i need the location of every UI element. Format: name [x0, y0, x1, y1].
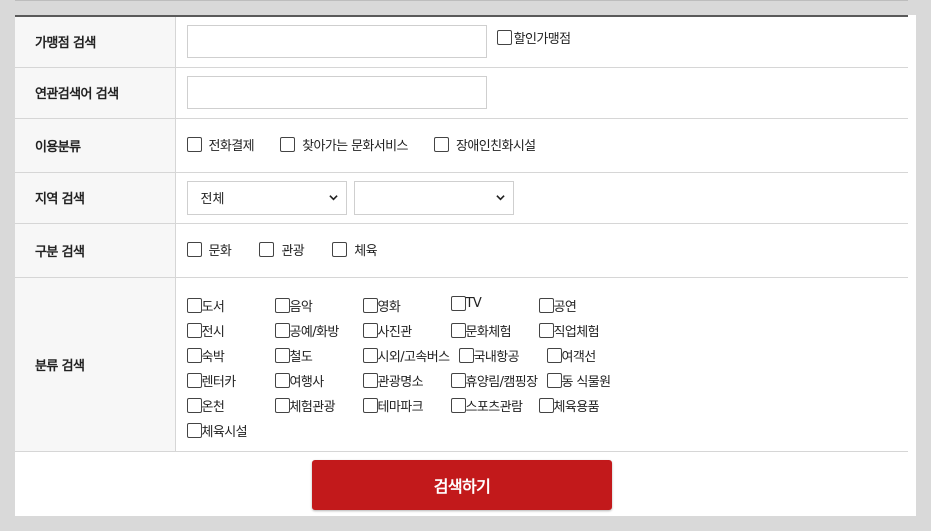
division-option: 관광	[259, 240, 305, 259]
category-checkbox[interactable]	[450, 397, 466, 413]
category-label-item: 공연	[553, 299, 577, 315]
division-sports-checkbox[interactable]	[332, 241, 348, 257]
category-label-item: 테마파크	[377, 399, 424, 415]
category-checkbox[interactable]	[186, 397, 202, 413]
discount-store-label: 할인가맹점	[513, 32, 571, 48]
category-checkbox[interactable]	[186, 322, 202, 338]
category-checkbox[interactable]	[274, 372, 290, 388]
division-sports-label: 체육	[354, 243, 377, 259]
category-checkbox[interactable]	[538, 322, 554, 338]
category-checkbox[interactable]	[362, 347, 378, 363]
chevron-down-icon	[495, 195, 505, 201]
division-culture-checkbox[interactable]	[186, 241, 202, 257]
search-button[interactable]: 검색하기	[312, 460, 612, 510]
division-tourism-label: 관광	[281, 243, 305, 259]
division-tourism-checkbox[interactable]	[259, 241, 275, 257]
row-region: 지역 검색 전체	[15, 172, 908, 224]
category-checkbox[interactable]	[450, 322, 466, 338]
store-search-label: 가맹점 검색	[15, 16, 176, 68]
row-usage: 이용분류 전화결제 찾아가는 문화서비스 장애인친화시설	[15, 118, 908, 173]
category-label: 분류 검색	[15, 277, 176, 452]
row-category: 분류 검색 도서 음악 영화 TV 공연 전시 공예/화방 사진관 문화체험 직…	[15, 277, 909, 452]
category-label-item: 렌터카	[201, 374, 237, 390]
category-label-item: 숙박	[201, 349, 225, 365]
category-checkbox[interactable]	[186, 297, 202, 313]
category-checkbox[interactable]	[186, 347, 202, 363]
chevron-down-icon	[328, 195, 338, 201]
category-checkbox[interactable]	[546, 347, 562, 363]
search-form-table: 가맹점 검색 할인가맹점 연관검색어 검색 이용분류 전화결제 찾아가는 문화서…	[15, 15, 908, 452]
category-label-item: 휴양림/캠핑장	[465, 374, 539, 390]
usage-visiting-checkbox[interactable]	[280, 136, 296, 152]
category-label-item: 체험관광	[289, 399, 336, 415]
category-label-item: 동 식물원	[561, 374, 612, 390]
usage-accessible-label: 장애인친화시설	[456, 138, 536, 154]
category-checkbox[interactable]	[362, 297, 378, 313]
related-search-input[interactable]	[186, 76, 487, 109]
top-divider	[15, 0, 908, 1]
category-grid: 도서 음악 영화 TV 공연 전시 공예/화방 사진관 문화체험 직업체험 숙박…	[186, 290, 909, 440]
category-label-item: 체육용품	[553, 399, 600, 415]
division-culture-label: 문화	[208, 243, 232, 259]
division-label: 구분 검색	[15, 223, 176, 278]
category-checkbox[interactable]	[538, 297, 554, 313]
category-label-item: 사진관	[377, 324, 413, 340]
category-label-item: 도서	[201, 299, 225, 315]
category-label-item: 체육시설	[201, 424, 248, 440]
category-checkbox[interactable]	[274, 397, 290, 413]
region-select-primary[interactable]: 전체	[186, 180, 347, 215]
division-option: 체육	[332, 240, 378, 259]
usage-option: 전화결제	[186, 135, 255, 154]
category-checkbox[interactable]	[546, 372, 562, 388]
search-form-panel: 가맹점 검색 할인가맹점 연관검색어 검색 이용분류 전화결제 찾아가는 문화서…	[15, 15, 916, 516]
category-checkbox[interactable]	[186, 372, 202, 388]
row-store-search: 가맹점 검색 할인가맹점	[15, 16, 908, 68]
category-label-item: 전시	[201, 324, 225, 340]
category-label-item: 여행사	[289, 374, 325, 390]
category-checkbox[interactable]	[362, 372, 378, 388]
category-checkbox[interactable]	[458, 347, 474, 363]
category-checkbox[interactable]	[450, 295, 466, 311]
store-search-input[interactable]	[186, 25, 487, 59]
category-checkbox[interactable]	[274, 322, 290, 338]
category-label-item: 공예/화방	[289, 324, 340, 340]
category-label-item: 영화	[377, 299, 401, 315]
category-label-item: 시외/고속버스	[377, 349, 451, 365]
usage-option: 찾아가는 문화서비스	[280, 135, 408, 154]
row-division: 구분 검색 문화 관광 체육	[15, 223, 908, 278]
division-option: 문화	[186, 240, 232, 259]
usage-option: 장애인친화시설	[434, 135, 536, 154]
usage-accessible-checkbox[interactable]	[434, 136, 450, 152]
category-checkbox[interactable]	[450, 372, 466, 388]
region-select-secondary[interactable]	[353, 180, 514, 215]
category-checkbox[interactable]	[186, 422, 202, 438]
usage-phone-label: 전화결제	[208, 138, 255, 154]
category-checkbox[interactable]	[274, 297, 290, 313]
category-label-item: 문화체험	[465, 324, 512, 340]
category-label-item: 철도	[289, 349, 313, 365]
category-label-item: 온천	[201, 399, 225, 415]
category-checkbox[interactable]	[362, 322, 378, 338]
category-checkbox[interactable]	[362, 397, 378, 413]
usage-phone-checkbox[interactable]	[186, 136, 202, 152]
category-label-item: TV	[465, 295, 482, 311]
category-label-item: 음악	[289, 299, 313, 315]
row-related-search: 연관검색어 검색	[15, 67, 908, 119]
category-label-item: 스포츠관람	[465, 399, 523, 415]
category-label-item: 직업체험	[553, 324, 600, 340]
discount-store-checkbox[interactable]	[496, 30, 512, 46]
category-label-item: 여객선	[561, 349, 597, 365]
category-checkbox[interactable]	[274, 347, 290, 363]
category-checkbox[interactable]	[538, 397, 554, 413]
category-label-item: 국내항공	[473, 349, 520, 365]
category-label-item: 관광명소	[377, 374, 424, 390]
region-label: 지역 검색	[15, 172, 176, 224]
region-select-primary-value: 전체	[200, 192, 225, 207]
related-search-label: 연관검색어 검색	[15, 67, 176, 119]
usage-label: 이용분류	[15, 118, 176, 173]
usage-visiting-label: 찾아가는 문화서비스	[302, 138, 408, 154]
